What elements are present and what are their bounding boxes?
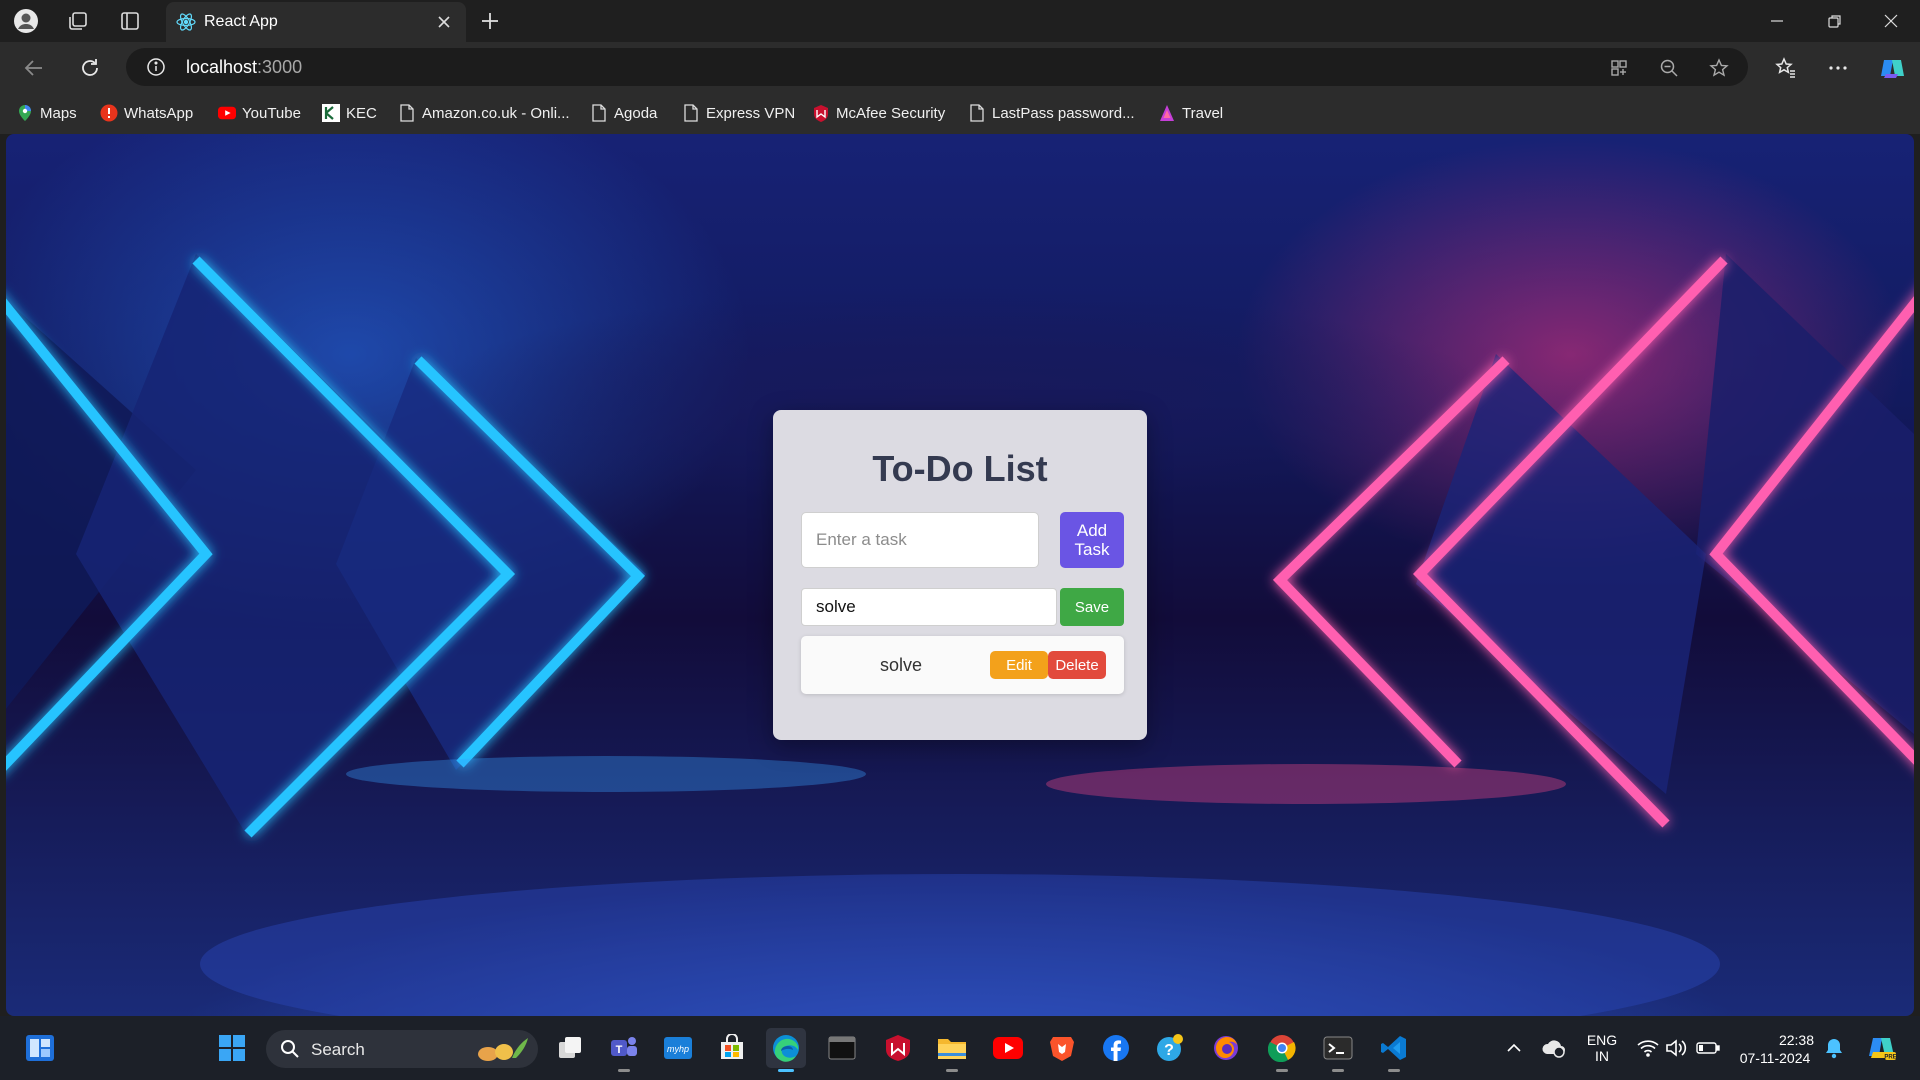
mcafee-icon (812, 104, 830, 122)
task-text: solve (879, 655, 923, 675)
close-tab-icon[interactable] (434, 12, 454, 32)
whatsapp-icon (100, 104, 118, 122)
minimize-icon[interactable] (1748, 0, 1806, 42)
url-text[interactable]: localhost:3000 (186, 57, 302, 78)
windows-taskbar: Search T myhp ? ENG IN 22:38 07-11-2024 … (0, 1016, 1920, 1080)
firefox-icon[interactable] (1206, 1028, 1246, 1068)
bookmark-maps[interactable]: Maps (16, 102, 77, 124)
windows-start-icon[interactable] (212, 1028, 252, 1068)
page-icon (682, 104, 700, 122)
tab-actions-icon[interactable] (114, 6, 146, 36)
svg-text:PRE: PRE (1884, 1055, 1896, 1061)
teams-icon[interactable]: T (604, 1028, 644, 1072)
brave-icon[interactable] (1042, 1028, 1082, 1068)
terminal-icon[interactable] (822, 1028, 862, 1068)
chrome-icon[interactable] (1262, 1028, 1302, 1072)
bookmark-kec[interactable]: KEC (322, 102, 377, 124)
bookmark-express-vpn[interactable]: Express VPN (682, 102, 795, 124)
task-input[interactable] (801, 512, 1039, 568)
mcafee-taskbar-icon[interactable] (878, 1028, 918, 1068)
notification-bell-icon[interactable] (1814, 1028, 1854, 1068)
save-button[interactable]: Save (1060, 588, 1124, 626)
widgets-icon[interactable] (20, 1028, 60, 1068)
refresh-icon[interactable] (72, 50, 108, 86)
clock-time: 22:38 (1778, 1032, 1814, 1048)
address-bar[interactable]: localhost:3000 (126, 48, 1748, 86)
page-icon (590, 104, 608, 122)
bookmarks-bar: Maps WhatsApp YouTube KEC Amazon.co.uk -… (0, 92, 1920, 134)
edit-button[interactable]: Edit (990, 651, 1048, 679)
more-options-icon[interactable] (1820, 50, 1856, 86)
language-indicator[interactable]: ENG IN (1578, 1032, 1626, 1064)
youtube-icon (218, 104, 236, 122)
bookmark-agoda[interactable]: Agoda (590, 102, 657, 124)
search-highlight-icon (472, 1034, 530, 1069)
todo-card: To-Do List Add Task Save solve Edit Dele… (773, 410, 1147, 740)
task-view-icon[interactable] (550, 1028, 590, 1068)
myhp-icon[interactable]: myhp (658, 1028, 698, 1068)
help-icon[interactable]: ? (1150, 1028, 1190, 1068)
edge-browser-icon[interactable] (766, 1028, 806, 1072)
bookmark-youtube[interactable]: YouTube (218, 102, 301, 124)
bookmark-whatsapp[interactable]: WhatsApp (100, 102, 193, 124)
file-explorer-icon[interactable] (932, 1028, 972, 1072)
copilot-taskbar-icon[interactable]: PRE (1862, 1028, 1902, 1068)
edit-task-input[interactable] (801, 588, 1057, 626)
page-icon (968, 104, 986, 122)
task-list-item: solve Edit Delete (801, 636, 1124, 694)
react-logo-icon (176, 12, 196, 37)
tab-title: React App (204, 13, 278, 30)
bookmark-travel[interactable]: Travel (1158, 102, 1223, 124)
bookmark-mcafee[interactable]: McAfee Security (812, 102, 945, 124)
bookmark-amazon[interactable]: Amazon.co.uk - Onli... (398, 102, 570, 124)
battery-icon[interactable] (1688, 1028, 1728, 1068)
profile-icon[interactable] (10, 6, 42, 36)
search-label: Search (311, 1040, 365, 1059)
taskbar-search-box[interactable]: Search (266, 1030, 538, 1068)
copilot-icon[interactable] (1874, 50, 1910, 86)
microsoft-store-icon[interactable] (712, 1028, 752, 1068)
search-icon (280, 1039, 300, 1064)
page-icon (398, 104, 416, 122)
navigation-bar: localhost:3000 (0, 42, 1920, 92)
browser-title-bar: React App (0, 0, 1920, 42)
clock-date: 07-11-2024 (1739, 1050, 1811, 1066)
facebook-icon[interactable] (1096, 1028, 1136, 1068)
favorites-icon[interactable] (1768, 50, 1804, 86)
kec-icon (322, 104, 340, 122)
maps-pin-icon (16, 104, 34, 122)
clock[interactable]: 22:38 07-11-2024 (1730, 1031, 1820, 1067)
back-icon[interactable] (16, 50, 52, 86)
svg-text:T: T (616, 1044, 623, 1056)
show-hidden-icons-chevron-up-icon[interactable] (1494, 1028, 1534, 1068)
zoom-icon[interactable] (1656, 55, 1682, 81)
add-task-button[interactable]: Add Task (1060, 512, 1124, 568)
svg-text:myhp: myhp (667, 1044, 689, 1054)
favorite-star-icon[interactable] (1706, 55, 1732, 81)
page-viewport: To-Do List Add Task Save solve Edit Dele… (6, 134, 1914, 1016)
close-window-icon[interactable] (1862, 0, 1920, 42)
page-title: To-Do List (872, 448, 1048, 489)
browser-tab[interactable]: React App (166, 2, 466, 42)
delete-button[interactable]: Delete (1048, 651, 1106, 679)
workspaces-icon[interactable] (62, 6, 94, 36)
youtube-taskbar-icon[interactable] (988, 1028, 1028, 1068)
new-tab-icon[interactable] (474, 6, 506, 36)
svg-text:?: ? (1164, 1042, 1174, 1059)
site-info-icon[interactable] (146, 57, 166, 82)
travel-icon (1158, 104, 1176, 122)
windows-terminal-icon[interactable] (1318, 1028, 1358, 1072)
bookmark-lastpass[interactable]: LastPass password... (968, 102, 1135, 124)
restore-icon[interactable] (1806, 0, 1864, 42)
app-available-icon[interactable] (1606, 55, 1632, 81)
onedrive-sync-icon[interactable] (1534, 1028, 1574, 1068)
vscode-icon[interactable] (1374, 1028, 1414, 1072)
